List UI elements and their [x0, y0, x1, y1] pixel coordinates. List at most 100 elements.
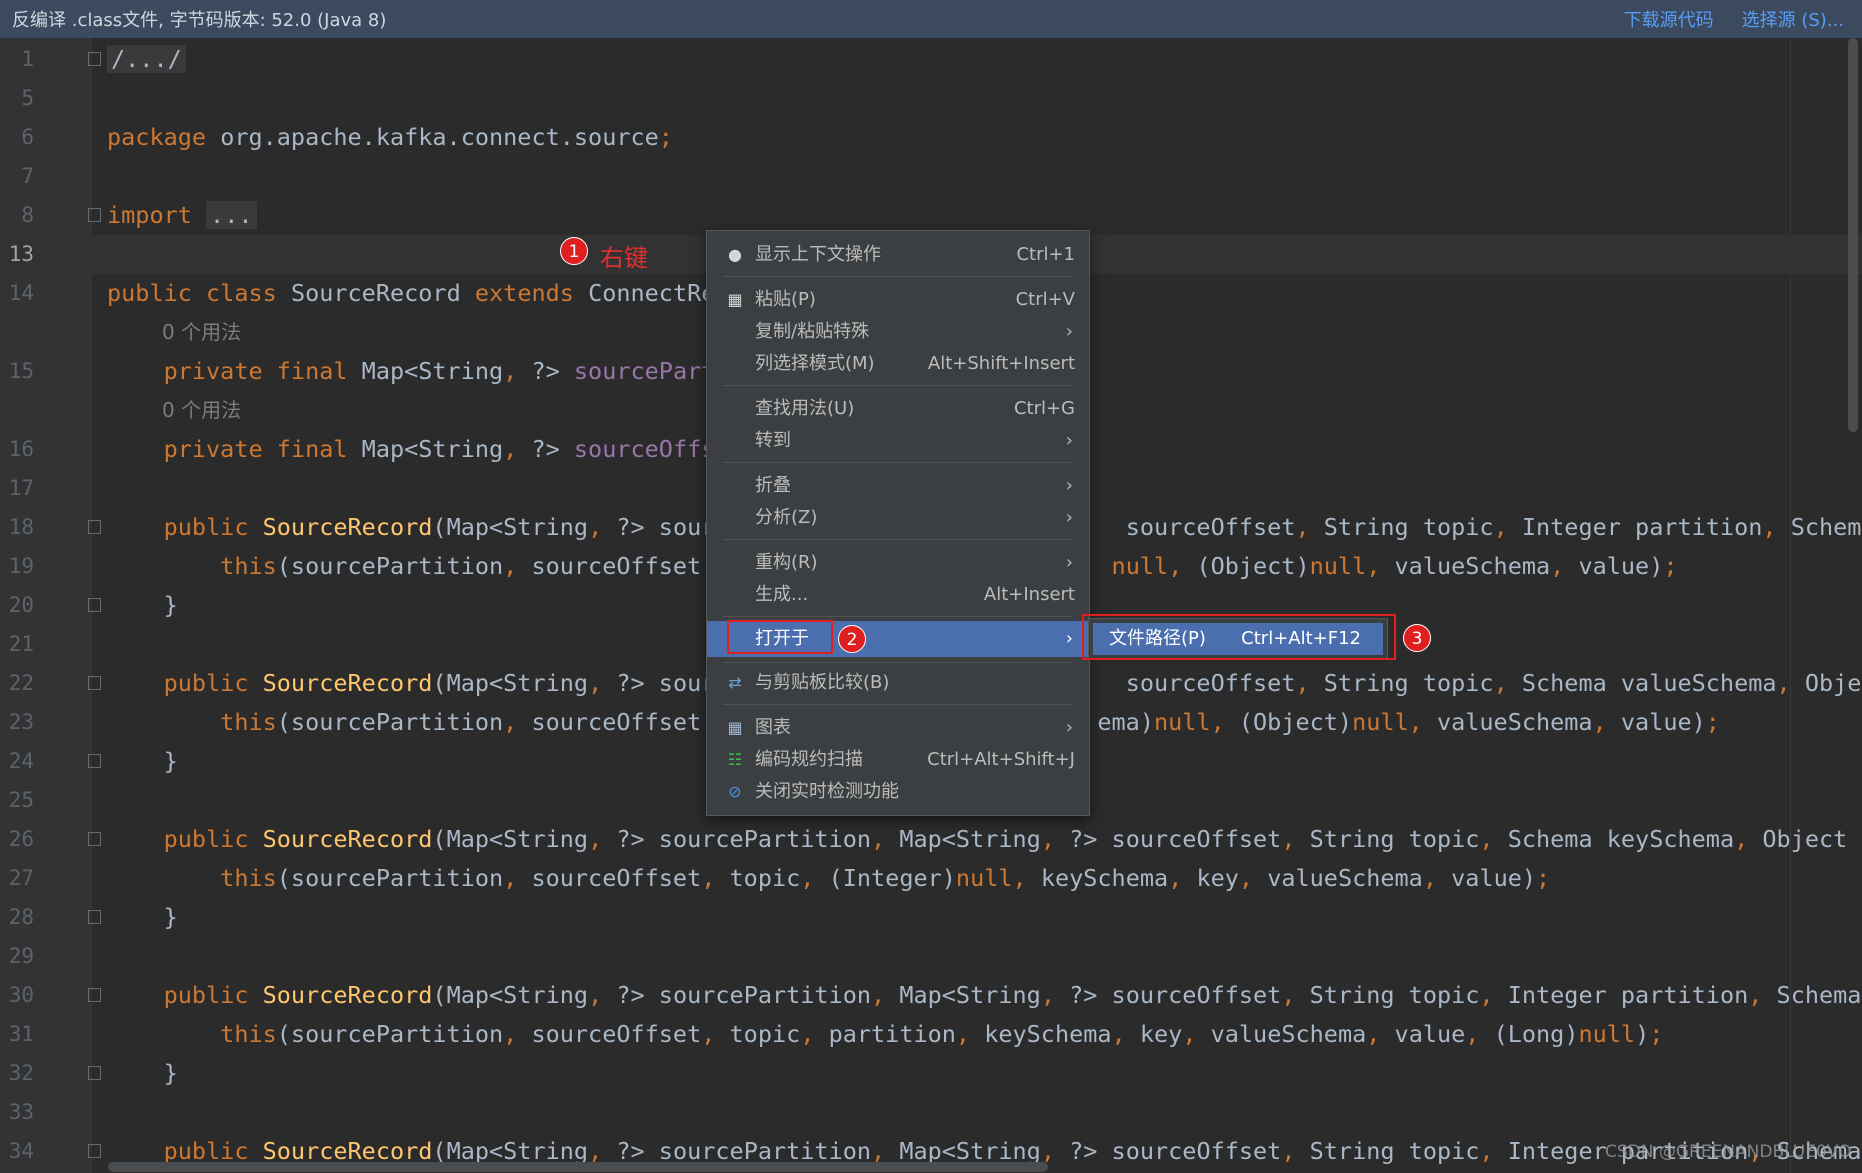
- line-number: 6: [21, 125, 34, 149]
- code-text: }: [107, 903, 178, 931]
- line-number: 22: [8, 671, 34, 695]
- chevron-right-icon: ›: [1065, 507, 1073, 528]
- code-line[interactable]: 33: [0, 1093, 1862, 1132]
- line-number: 34: [8, 1139, 34, 1163]
- collapse-fold-icon[interactable]: [88, 1066, 101, 1080]
- line-number: 26: [8, 827, 34, 851]
- code-line[interactable]: 31 this(sourcePartition, sourceOffset, t…: [0, 1015, 1862, 1054]
- collapse-fold-icon[interactable]: [88, 676, 101, 690]
- code-line[interactable]: 29: [0, 937, 1862, 976]
- banner-links: 下载源代码 选择源 (S)...: [1624, 6, 1862, 32]
- code-text: package org.apache.kafka.connect.source;: [107, 123, 673, 151]
- chevron-right-icon: ›: [1065, 475, 1073, 496]
- bulb-icon: ●: [728, 245, 742, 264]
- code-text: private final Map<String, ?> sourcePart: [107, 357, 716, 385]
- code-line[interactable]: 1 /.../: [0, 40, 1862, 79]
- highlight-open-in: [727, 620, 833, 654]
- line-number: 18: [8, 515, 34, 539]
- code-text: private final Map<String, ?> sourceOffs: [107, 435, 716, 463]
- menu-item-paste[interactable]: ▦ 粘贴(P) Ctrl+V: [707, 284, 1089, 316]
- decompiled-banner: 反编译 .class文件, 字节码版本: 52.0 (Java 8) 下载源代码…: [0, 0, 1862, 38]
- menu-separator: [723, 539, 1073, 540]
- line-number: 17: [8, 476, 34, 500]
- code-text: import ...: [107, 196, 257, 235]
- usage-hint: 0 个用法: [162, 398, 242, 422]
- line-number: 8: [21, 203, 34, 227]
- menu-item-column-selection[interactable]: 列选择模式(M) Alt+Shift+Insert: [707, 348, 1089, 380]
- chevron-right-icon: ›: [1065, 430, 1073, 451]
- menu-item-code-scan[interactable]: ☷ 编码规约扫描 Ctrl+Alt+Shift+J: [707, 744, 1089, 776]
- line-number: 16: [8, 437, 34, 461]
- vertical-scrollbar[interactable]: [1848, 38, 1858, 432]
- line-number: 20: [8, 593, 34, 617]
- code-line[interactable]: 26 public SourceRecord(Map<String, ?> so…: [0, 820, 1862, 859]
- menu-item-copy-paste-special[interactable]: 复制/粘贴特殊 ›: [707, 316, 1089, 348]
- collapse-fold-icon[interactable]: [88, 1144, 101, 1158]
- line-number: 28: [8, 905, 34, 929]
- download-source-link[interactable]: 下载源代码: [1624, 6, 1714, 32]
- usage-hint: 0 个用法: [162, 320, 242, 344]
- menu-item-generate[interactable]: 生成... Alt+Insert: [707, 579, 1089, 611]
- line-number: 29: [8, 944, 34, 968]
- code-text: public SourceRecord(Map<String, ?> sourc…: [107, 825, 1862, 853]
- code-line[interactable]: 28 }: [0, 898, 1862, 937]
- collapse-fold-icon[interactable]: [88, 598, 101, 612]
- code-line[interactable]: 6 package org.apache.kafka.connect.source…: [0, 118, 1862, 157]
- line-number: 19: [8, 554, 34, 578]
- menu-separator: [723, 462, 1073, 463]
- menu-item-refactor[interactable]: 重构(R) ›: [707, 547, 1089, 579]
- menu-item-diagrams[interactable]: ▦ 图表 ›: [707, 712, 1089, 744]
- step-marker-3: 3: [1403, 624, 1431, 652]
- code-line[interactable]: 32 }: [0, 1054, 1862, 1093]
- collapse-fold-icon[interactable]: [88, 832, 101, 846]
- chevron-right-icon: ›: [1065, 321, 1073, 342]
- clipboard-icon: ▦: [727, 290, 743, 309]
- menu-separator: [723, 276, 1073, 277]
- code-line[interactable]: 7: [0, 157, 1862, 196]
- line-number: 33: [8, 1100, 34, 1124]
- menu-separator: [723, 616, 1073, 617]
- code-line[interactable]: 30 public SourceRecord(Map<String, ?> so…: [0, 976, 1862, 1015]
- menu-item-find-usages[interactable]: 查找用法(U) Ctrl+G: [707, 393, 1089, 425]
- collapse-fold-icon[interactable]: [88, 520, 101, 534]
- code-text: public SourceRecord(Map<String, ?> sourc…: [107, 981, 1862, 1009]
- menu-separator: [723, 704, 1073, 705]
- expand-fold-icon[interactable]: [88, 208, 101, 222]
- line-number: 15: [8, 359, 34, 383]
- chevron-right-icon: ›: [1065, 552, 1073, 573]
- menu-item-analyze[interactable]: 分析(Z) ›: [707, 502, 1089, 534]
- chevron-right-icon: ›: [1065, 717, 1073, 738]
- code-text: }: [107, 591, 178, 619]
- menu-item-disable-realtime-check[interactable]: ⊘ 关闭实时检测功能: [707, 776, 1089, 808]
- code-line[interactable]: 5: [0, 79, 1862, 118]
- horizontal-scrollbar[interactable]: [108, 1162, 1048, 1172]
- line-number: 31: [8, 1022, 34, 1046]
- code-text: public class SourceRecord extends Connec…: [107, 279, 716, 307]
- menu-item-goto[interactable]: 转到 ›: [707, 425, 1089, 457]
- menu-item-folding[interactable]: 折叠 ›: [707, 470, 1089, 502]
- collapse-fold-icon[interactable]: [88, 910, 101, 924]
- line-number: 27: [8, 866, 34, 890]
- line-number: 24: [8, 749, 34, 773]
- line-number: 1: [21, 47, 34, 71]
- watermark: CSDN @GREENANDBLUE0VO: [1605, 1142, 1852, 1162]
- step-marker-2: 2: [838, 625, 866, 653]
- menu-item-compare-clipboard[interactable]: ⇄ 与剪贴板比较(B): [707, 667, 1089, 699]
- menu-item-show-context-actions[interactable]: ● 显示上下文操作 Ctrl+1: [707, 239, 1089, 271]
- scan-icon: ☷: [727, 750, 743, 769]
- compare-icon: ⇄: [728, 673, 742, 692]
- code-line[interactable]: 27 this(sourcePartition, sourceOffset, t…: [0, 859, 1862, 898]
- code-text: this(sourcePartition, sourceOffset, topi…: [107, 1020, 1664, 1048]
- disable-icon: ⊘: [728, 782, 742, 801]
- banner-text: 反编译 .class文件, 字节码版本: 52.0 (Java 8): [12, 10, 387, 31]
- expand-fold-icon[interactable]: [88, 52, 101, 66]
- line-number: 32: [8, 1061, 34, 1085]
- line-number: 7: [21, 164, 34, 188]
- line-number: 5: [21, 86, 34, 110]
- collapse-fold-icon[interactable]: [88, 988, 101, 1002]
- line-number: 21: [8, 632, 34, 656]
- choose-source-link[interactable]: 选择源 (S)...: [1742, 6, 1844, 32]
- step-marker-1: 1: [560, 237, 588, 265]
- line-number: 25: [8, 788, 34, 812]
- collapse-fold-icon[interactable]: [88, 754, 101, 768]
